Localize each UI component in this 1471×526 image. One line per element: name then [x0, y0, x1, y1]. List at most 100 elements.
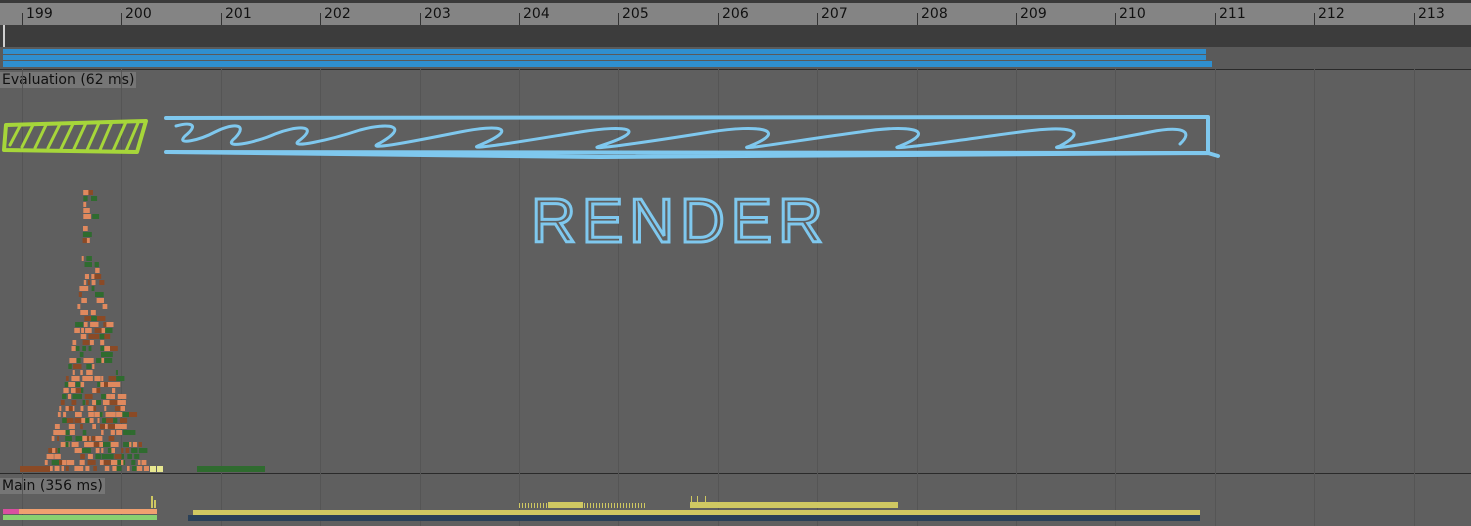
task-block — [115, 370, 118, 375]
task-block — [99, 280, 105, 285]
task-block — [99, 334, 105, 339]
task-block — [69, 358, 77, 363]
task-block — [85, 328, 92, 333]
task-block — [157, 466, 163, 472]
task-block — [143, 466, 149, 471]
task-block — [101, 394, 106, 399]
render-zigzag-annotation — [174, 122, 1188, 150]
task-block — [82, 232, 92, 237]
task-block — [54, 466, 60, 471]
task-block — [138, 442, 142, 447]
main-track — [3, 496, 1200, 521]
task-block — [80, 424, 83, 429]
task-block — [691, 496, 692, 502]
task-block — [102, 304, 108, 309]
task-block — [119, 418, 128, 423]
task-block — [121, 448, 124, 453]
task-block — [75, 346, 80, 351]
task-block — [95, 334, 100, 339]
task-block — [525, 503, 526, 508]
task-block — [522, 503, 523, 508]
task-block — [608, 503, 609, 508]
task-block — [65, 466, 69, 471]
task-block — [58, 430, 66, 435]
task-block — [99, 412, 103, 417]
task-block — [120, 406, 125, 411]
task-block — [76, 358, 81, 363]
task-block — [537, 503, 538, 508]
task-block — [81, 298, 87, 303]
task-block — [197, 466, 265, 472]
task-block — [114, 382, 121, 387]
task-block — [77, 304, 81, 309]
task-block — [641, 503, 642, 508]
task-block — [605, 503, 606, 508]
task-block — [95, 292, 104, 297]
task-block — [111, 448, 115, 453]
task-block — [96, 316, 106, 321]
task-block — [59, 406, 62, 411]
task-block — [105, 328, 113, 333]
render-annotation-text: RENDER — [531, 187, 829, 256]
task-block — [81, 256, 84, 261]
task-block — [97, 328, 103, 333]
task-block — [68, 382, 75, 387]
task-block — [72, 340, 77, 345]
task-block — [72, 394, 80, 399]
task-block — [138, 448, 148, 453]
task-block — [584, 503, 585, 508]
task-block — [62, 460, 67, 465]
task-block — [104, 334, 111, 339]
task-block — [110, 394, 115, 399]
task-block — [150, 466, 156, 472]
task-block — [82, 436, 91, 441]
task-block — [122, 412, 130, 417]
task-block — [102, 400, 110, 405]
task-block — [635, 503, 636, 508]
task-block — [80, 370, 83, 375]
task-block — [127, 454, 132, 459]
task-block — [596, 503, 597, 508]
task-block — [46, 454, 54, 459]
task-block — [134, 454, 140, 459]
render-annotation — [164, 115, 1220, 159]
task-block — [63, 412, 67, 417]
task-block — [124, 424, 127, 429]
task-block — [85, 418, 90, 423]
task-block — [67, 460, 75, 465]
task-block — [93, 406, 97, 411]
task-block — [94, 262, 99, 267]
task-block — [131, 448, 138, 453]
evaluation-annotation — [2, 119, 148, 154]
task-block — [101, 298, 104, 303]
task-block — [115, 424, 124, 429]
task-block — [136, 466, 143, 471]
task-block — [632, 503, 633, 508]
task-block — [121, 454, 124, 459]
task-block — [81, 328, 84, 333]
task-block — [83, 226, 88, 231]
task-block — [534, 503, 535, 508]
task-block — [590, 503, 591, 508]
task-block — [68, 364, 72, 369]
task-block — [80, 382, 85, 387]
task-block — [100, 346, 105, 351]
task-block — [73, 364, 82, 369]
task-block — [104, 466, 110, 471]
task-block — [117, 394, 127, 399]
task-block — [154, 500, 156, 508]
task-block — [86, 238, 90, 243]
task-block — [83, 322, 88, 327]
task-block — [86, 370, 93, 375]
task-block — [113, 418, 118, 423]
task-block — [81, 388, 84, 393]
timeline-canvas[interactable]: RENDER — [0, 0, 1471, 526]
task-block — [130, 430, 136, 435]
task-block — [82, 346, 86, 351]
task-block — [599, 503, 600, 508]
task-block — [151, 496, 153, 508]
task-block — [82, 340, 90, 345]
task-block — [57, 412, 61, 417]
task-block — [132, 442, 138, 447]
task-block — [117, 400, 126, 405]
